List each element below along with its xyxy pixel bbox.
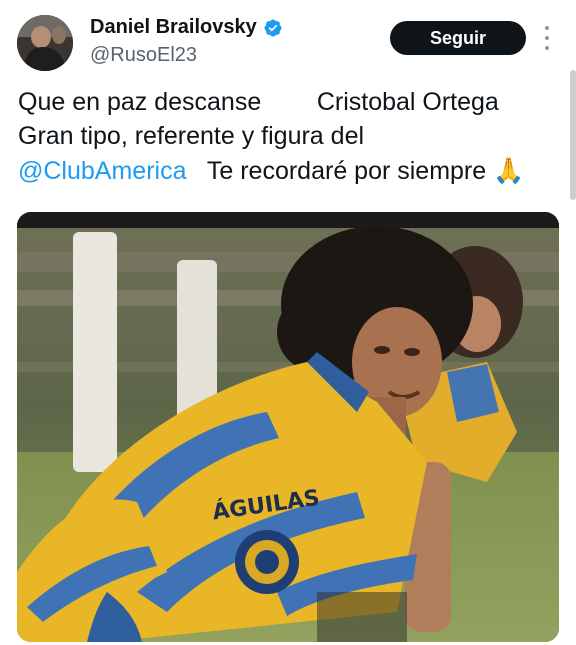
tweet-text-line-1: Que en paz descanse Cristobal Ortega: [18, 85, 499, 119]
more-dot: [545, 36, 549, 40]
tweet-photo[interactable]: ÁGUILAS: [17, 212, 559, 642]
more-dot: [545, 26, 549, 30]
tweet-text-segment: Cristobal Ortega: [316, 88, 499, 116]
scrollbar[interactable]: [570, 70, 576, 200]
follow-button[interactable]: Seguir: [390, 21, 526, 55]
author-display-name[interactable]: Daniel Brailovsky: [90, 16, 257, 39]
praying-hands-emoji: 🙏: [493, 157, 525, 185]
tweet-text-segment: Que en paz descanse: [18, 88, 262, 116]
mention-link[interactable]: @ClubAmerica: [18, 157, 186, 185]
author-handle[interactable]: @RusoEl23: [90, 44, 197, 67]
verified-badge-icon: [264, 18, 282, 37]
tweet-text-line-3: @ClubAmerica Te recordaré por siempre 🙏: [18, 154, 524, 188]
avatar[interactable]: [17, 15, 73, 71]
tweet-text-line-2: Gran tipo, referente y figura del: [18, 122, 365, 150]
tweet-text-segment: Te recordaré por siempre: [206, 157, 487, 185]
more-options-icon[interactable]: [540, 26, 554, 50]
author-name-row: Daniel Brailovsky: [90, 16, 283, 39]
more-dot: [545, 46, 549, 50]
